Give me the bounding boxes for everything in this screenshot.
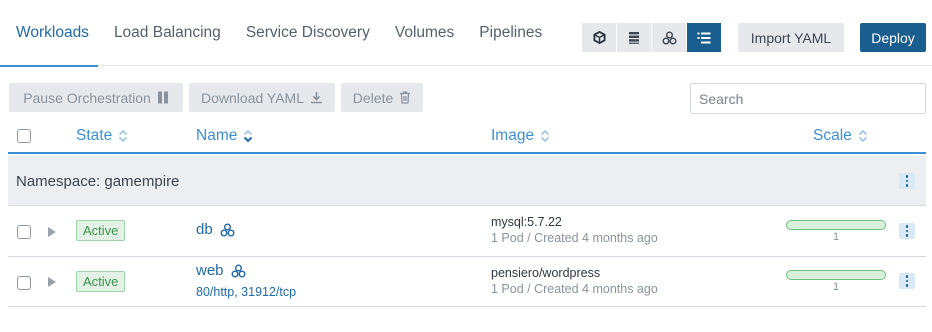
- sort-down-icon: [244, 129, 253, 143]
- expand-row-icon[interactable]: [48, 277, 56, 287]
- table-row: Active db mysql:5.7.22 1 Pod / Created 4…: [8, 207, 926, 257]
- kebab-dot: [905, 179, 909, 183]
- pause-orchestration-button[interactable]: Pause Orchestration: [9, 83, 183, 112]
- column-header-state-label: State: [76, 127, 113, 144]
- image-name: pensiero/wordpress: [491, 266, 601, 280]
- tab-load-balancing[interactable]: Load Balancing: [114, 0, 221, 66]
- kebab-dot: [905, 279, 909, 283]
- kebab-dot: [905, 229, 909, 233]
- download-yaml-button[interactable]: Download YAML: [189, 83, 335, 112]
- column-header-scale[interactable]: Scale: [813, 118, 868, 154]
- table-row: Active web 80/http, 31912/tcp pensiero/w…: [8, 258, 926, 307]
- sort-icon: [541, 129, 550, 143]
- kebab-dot: [905, 175, 909, 178]
- delete-button[interactable]: Delete: [341, 83, 423, 112]
- table-header: State Name Image Scale: [8, 118, 926, 154]
- download-yaml-label: Download YAML: [201, 89, 304, 106]
- kebab-dot: [905, 234, 909, 237]
- scale-count: 1: [832, 231, 840, 243]
- namespace-group-row: Namespace: gamempire: [8, 156, 926, 206]
- row-checkbox[interactable]: [17, 276, 31, 290]
- scale-bar: [786, 220, 886, 230]
- endpoint-link[interactable]: 80/http, 31912/tcp: [196, 285, 296, 299]
- list-grouped-icon: [697, 32, 711, 43]
- row-checkbox[interactable]: [17, 225, 31, 239]
- select-all-checkbox[interactable]: [17, 118, 31, 154]
- group-icon: [662, 31, 676, 44]
- select-all-box[interactable]: [17, 129, 31, 143]
- workload-name: db: [196, 221, 213, 238]
- cube-icon: [592, 31, 606, 44]
- pause-orchestration-label: Pause Orchestration: [23, 89, 151, 106]
- deploy-button[interactable]: Deploy: [860, 23, 926, 52]
- workload-name-link[interactable]: web: [196, 262, 246, 279]
- tab-workloads[interactable]: Workloads: [0, 0, 98, 67]
- column-header-image-label: Image: [491, 127, 535, 144]
- kebab-dot: [905, 284, 909, 287]
- tab-bar: Workloads Load Balancing Service Discove…: [0, 0, 567, 67]
- column-header-scale-label: Scale: [813, 127, 852, 144]
- pause-icon: [157, 91, 168, 104]
- status-badge: Active: [76, 271, 126, 292]
- tab-service-discovery[interactable]: Service Discovery: [246, 0, 370, 66]
- sort-icon: [858, 129, 867, 143]
- column-header-name[interactable]: Name: [196, 118, 253, 154]
- column-header-state[interactable]: State: [76, 118, 128, 154]
- view-mode-group-button[interactable]: [652, 23, 687, 52]
- image-meta: 1 Pod / Created 4 months ago: [491, 282, 658, 296]
- workload-name-link[interactable]: db: [196, 221, 235, 238]
- group-icon: [220, 223, 235, 236]
- scale-count: 1: [832, 281, 840, 293]
- view-mode-grouped-list-button[interactable]: [687, 23, 722, 52]
- list-flat-icon: [629, 32, 639, 44]
- delete-label: Delete: [352, 89, 394, 106]
- expand-row-icon[interactable]: [48, 227, 56, 237]
- image-meta: 1 Pod / Created 4 months ago: [491, 231, 658, 245]
- trash-icon: [400, 91, 411, 104]
- download-icon: [310, 92, 322, 104]
- view-mode-list-button[interactable]: [617, 23, 652, 52]
- kebab-dot: [905, 275, 909, 278]
- row-actions-button[interactable]: [899, 273, 915, 289]
- tab-volumes[interactable]: Volumes: [395, 0, 454, 66]
- sort-icon: [119, 129, 128, 143]
- view-mode-node-button[interactable]: [582, 23, 617, 52]
- namespace-actions-button[interactable]: [899, 173, 915, 189]
- image-name: mysql:5.7.22: [491, 215, 562, 229]
- scale-bar: [786, 270, 886, 280]
- status-badge: Active: [76, 220, 126, 241]
- view-mode-group: [582, 23, 722, 52]
- kebab-dot: [905, 184, 909, 187]
- top-nav: Workloads Load Balancing Service Discove…: [0, 0, 932, 67]
- row-actions-button[interactable]: [899, 223, 915, 239]
- tab-pipelines[interactable]: Pipelines: [479, 0, 542, 66]
- workload-name: web: [196, 262, 224, 279]
- column-header-image[interactable]: Image: [491, 118, 550, 154]
- column-header-name-label: Name: [196, 127, 238, 144]
- group-icon: [231, 264, 246, 277]
- kebab-dot: [905, 225, 909, 228]
- namespace-label: Namespace: gamempire: [16, 172, 180, 190]
- search-input[interactable]: [690, 83, 926, 114]
- import-yaml-button[interactable]: Import YAML: [738, 23, 844, 52]
